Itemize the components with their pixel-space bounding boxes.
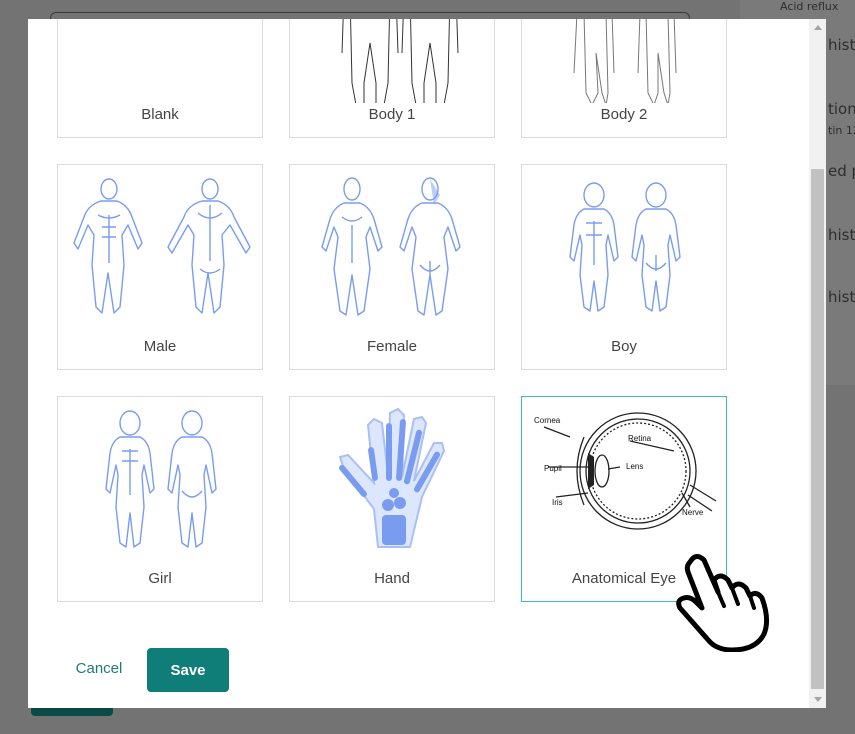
boy-body-icon [569,182,681,312]
scroll-down-icon[interactable] [809,691,826,708]
eye-label-iris: Iris [552,498,563,507]
girl-body-icon [105,410,217,548]
body-outline-icon [573,19,677,103]
hand-pointer-icon [676,554,770,652]
template-card-male[interactable]: Male [57,164,263,370]
background-item: tin 12 [828,124,855,137]
background-item: ed p [828,162,855,180]
template-label: Body 2 [600,106,648,123]
cancel-button[interactable]: Cancel [69,660,129,682]
template-card-body-1[interactable]: Body 1 [289,19,495,138]
dialog-scrollbar[interactable] [809,19,826,708]
background-item: histo [828,226,855,244]
template-card-blank[interactable]: Blank [57,19,263,138]
template-label: Body 1 [368,106,416,123]
template-card-hand[interactable]: Hand [289,396,495,602]
male-body-icon [73,178,251,314]
save-button[interactable]: Save [147,648,229,692]
template-label: Boy [611,338,637,355]
scrollbar-thumb[interactable] [811,169,824,689]
eye-label-lens: Lens [626,462,643,471]
eye-label-pupil: Pupil [544,464,562,473]
template-card-boy[interactable]: Boy [521,164,727,370]
eye-label-retina: Retina [628,434,652,443]
template-card-female[interactable]: Female [289,164,495,370]
background-item: hist [828,36,855,54]
template-label: Blank [141,106,179,123]
background-item: tions [828,100,855,118]
template-label: Female [366,338,418,355]
body-outline-icon [341,19,459,103]
eye-label-cornea: Cornea [534,416,561,425]
template-card-body-2[interactable]: Body 2 [521,19,727,138]
template-card-girl[interactable]: Girl [57,396,263,602]
template-label: Hand [374,570,410,587]
scroll-up-icon[interactable] [809,19,826,36]
template-label: Male [143,338,177,355]
hand-xray-icon [338,407,446,548]
background-item: histor [828,288,855,306]
template-label: Girl [148,570,172,587]
eye-label-nerve: Nerve [682,508,704,517]
anatomical-eye-icon: Cornea Retina Pupil Lens Iris Nerve [534,412,717,530]
female-body-icon [321,177,461,316]
background-item: Acid reflux [780,0,839,13]
